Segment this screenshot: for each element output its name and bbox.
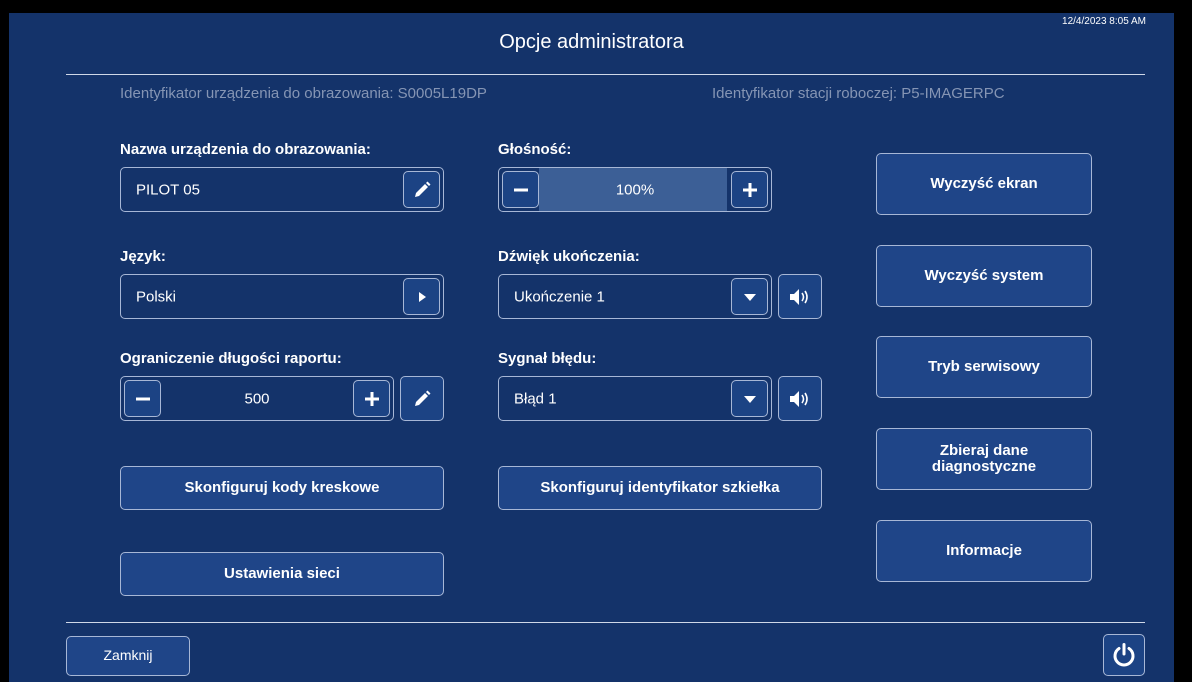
- device-name-field[interactable]: PILOT 05: [120, 167, 444, 212]
- clear-system-button[interactable]: Wyczyść system: [876, 245, 1092, 307]
- device-name-label: Nazwa urządzenia do obrazowania:: [120, 141, 371, 158]
- power-icon: [1113, 643, 1135, 667]
- pencil-icon: [415, 390, 431, 406]
- timestamp: 12/4/2023 8:05 AM: [1062, 16, 1146, 27]
- speaker-icon: [790, 288, 808, 305]
- language-value: Polski: [136, 288, 177, 305]
- device-id-text: Identyfikator urządzenia do obrazowania:…: [120, 85, 487, 102]
- language-selector[interactable]: Polski: [120, 274, 444, 319]
- report-limit-increase-button[interactable]: [353, 380, 390, 417]
- volume-stepper: 100%: [498, 167, 772, 212]
- edit-report-limit-button[interactable]: [400, 376, 444, 421]
- plus-icon: [364, 391, 379, 406]
- pencil-icon: [414, 181, 430, 197]
- report-limit-label: Ograniczenie długości raportu:: [120, 350, 342, 367]
- error-signal-label: Sygnał błędu:: [498, 350, 597, 367]
- error-signal-value: Błąd 1: [514, 390, 557, 407]
- admin-options-panel: 12/4/2023 8:05 AM Opcje administratora I…: [9, 13, 1174, 682]
- report-limit-stepper: 500: [120, 376, 394, 421]
- language-label: Język:: [120, 248, 166, 265]
- service-mode-button[interactable]: Tryb serwisowy: [876, 336, 1092, 398]
- page-title: Opcje administratora: [499, 31, 684, 53]
- completion-sound-value: Ukończenie 1: [514, 288, 605, 305]
- chevron-down-icon: [743, 293, 756, 301]
- volume-label: Głośność:: [498, 141, 572, 158]
- information-button[interactable]: Informacje: [876, 520, 1092, 582]
- device-name-value: PILOT 05: [136, 181, 200, 198]
- play-error-signal-button[interactable]: [778, 376, 822, 421]
- completion-sound-dropdown[interactable]: Ukończenie 1: [498, 274, 772, 319]
- play-completion-sound-button[interactable]: [778, 274, 822, 319]
- configure-slide-id-button[interactable]: Skonfiguruj identyfikator szkiełka: [498, 466, 822, 510]
- power-button[interactable]: [1103, 634, 1145, 676]
- close-button[interactable]: Zamknij: [66, 636, 190, 676]
- volume-increase-button[interactable]: [731, 171, 768, 208]
- language-next-button[interactable]: [403, 278, 440, 315]
- collect-diagnostics-button[interactable]: Zbieraj dane diagnostyczne: [876, 428, 1092, 490]
- chevron-right-icon: [418, 291, 426, 302]
- chevron-down-icon: [743, 395, 756, 403]
- workstation-id-text: Identyfikator stacji roboczej: P5-IMAGER…: [712, 85, 1005, 102]
- error-signal-dropdown[interactable]: Błąd 1: [498, 376, 772, 421]
- configure-barcodes-button[interactable]: Skonfiguruj kody kreskowe: [120, 466, 444, 510]
- completion-sound-dropdown-button[interactable]: [731, 278, 768, 315]
- clear-screen-button[interactable]: Wyczyść ekran: [876, 153, 1092, 215]
- header-divider: [66, 74, 1145, 75]
- network-settings-button[interactable]: Ustawienia sieci: [120, 552, 444, 596]
- error-signal-dropdown-button[interactable]: [731, 380, 768, 417]
- footer-divider: [66, 622, 1145, 623]
- plus-icon: [742, 182, 757, 197]
- completion-sound-label: Dźwięk ukończenia:: [498, 248, 640, 265]
- speaker-icon: [790, 390, 808, 407]
- edit-device-name-button[interactable]: [403, 171, 440, 208]
